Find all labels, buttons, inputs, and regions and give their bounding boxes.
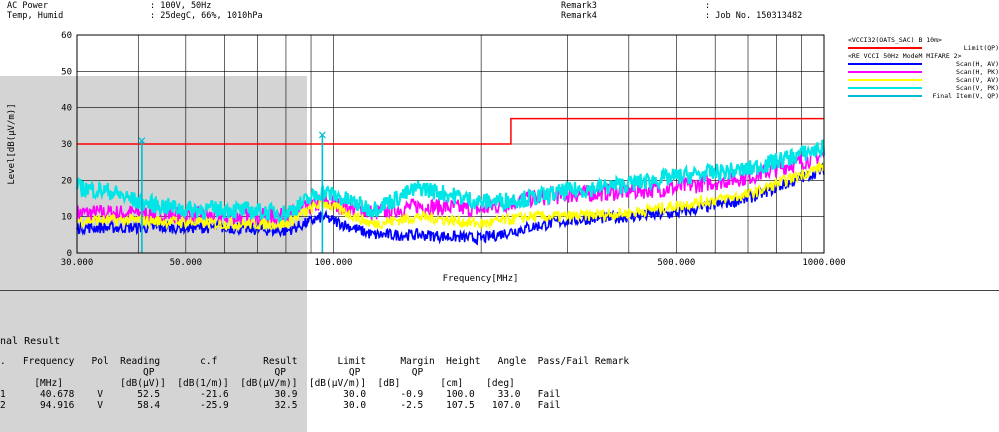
- legend-item: Scan(H, AV): [848, 60, 999, 68]
- remark4-value: : Job No. 150313482: [705, 11, 803, 21]
- legend-swatch-limit: [848, 47, 922, 49]
- ac-power-value: : 100V, 50Hz: [150, 1, 212, 11]
- legend-label: Scan(V, PK): [955, 84, 999, 92]
- result-header-units: [MHz] [dB(μV)] [dB(1/m)] [dB(μV/m)] [dB(…: [0, 378, 515, 389]
- legend-item: Scan(V, AV): [848, 76, 999, 84]
- result-row: 2 94.916 V 58.4 -25.9 32.5 30.0 -2.5 107…: [0, 400, 561, 411]
- y-tick-label: 40: [61, 104, 72, 114]
- temp-label: Temp, Humid: [7, 11, 64, 21]
- y-axis-label: Level[dB(μV/m)]: [7, 103, 17, 184]
- legend-title-standard: <VCCI32(OATS_SAC) B 10m>: [848, 36, 942, 44]
- legend-items: Scan(H, AV) Scan(H, PK) Scan(V, AV) Scan(V,…: [848, 60, 999, 100]
- remark4-label: Remark4: [561, 11, 597, 21]
- y-tick-label: 60: [61, 31, 72, 41]
- legend-label: Final Item(V, QP): [932, 92, 999, 100]
- legend-label: Scan(V, AV): [955, 76, 999, 84]
- legend-swatch: [848, 63, 922, 65]
- final-result-title: nal Result: [0, 336, 61, 347]
- legend-swatch: [848, 95, 922, 97]
- remark3-value: :: [705, 1, 711, 11]
- legend-swatch: [848, 71, 922, 73]
- chart-legend: <VCCI32(OATS_SAC) B 10m> Limit(QP) <RE V…: [848, 36, 999, 100]
- final-result-table: . Frequency Pol Reading c.f Result Limit…: [0, 356, 629, 411]
- x-tick-label: 30.000: [61, 258, 94, 268]
- x-tick-label: 1000.000: [802, 258, 845, 268]
- y-tick-label: 10: [61, 213, 72, 223]
- legend-title-mode-b: M MIFARE 2>: [918, 52, 962, 60]
- legend-label-limit: Limit(QP): [963, 44, 999, 52]
- result-row: 1 40.678 V 52.5 -21.6 30.9 30.0 -0.9 100…: [0, 389, 561, 400]
- series-layer: [75, 139, 826, 246]
- legend-label: Scan(H, PK): [955, 68, 999, 76]
- ac-power-label: AC Power: [7, 1, 48, 11]
- emission-chart: 010203040506030.000 50.000 100.000 500.000 1…: [7, 31, 846, 284]
- x-tick-label: 500.000: [657, 258, 695, 268]
- x-tick-label: 100.000: [315, 258, 353, 268]
- y-tick-label: 50: [61, 67, 72, 77]
- measurement-header: AC Power : 100V, 50Hz Temp, Humid : 25de…: [0, 0, 999, 24]
- result-header-row: . Frequency Pol Reading c.f Result Limit…: [0, 356, 630, 367]
- legend-title-mode-a: <RE VCCI 50Hz Mode: [848, 52, 919, 60]
- temp-value: : 25degC, 66%, 1010hPa: [150, 11, 263, 21]
- limit-line: [77, 117, 824, 145]
- legend-item: Scan(H, PK): [848, 68, 999, 76]
- legend-item: Scan(V, PK): [848, 84, 999, 92]
- result-header-row: QP QP QP QP: [0, 367, 424, 378]
- x-tick-label: 50.000: [170, 258, 203, 268]
- legend-swatch: [848, 79, 922, 81]
- section-divider: [0, 290, 999, 291]
- legend-item: Final Item(V, QP): [848, 92, 999, 100]
- legend-swatch: [848, 87, 922, 89]
- remark3-label: Remark3: [561, 1, 597, 11]
- legend-label: Scan(H, AV): [955, 60, 999, 68]
- limit-layer: [77, 117, 824, 145]
- legend-item-limit: Limit(QP): [848, 44, 999, 52]
- final-item-markers: [138, 131, 326, 253]
- legend-title-mode: <RE VCCI 50Hz ModeM MIFARE 2>: [848, 52, 999, 60]
- y-tick-label: 30: [61, 140, 72, 150]
- x-axis-label: Frequency[MHz]: [443, 274, 519, 284]
- series-line: [76, 147, 825, 228]
- y-tick-label: 20: [61, 176, 72, 186]
